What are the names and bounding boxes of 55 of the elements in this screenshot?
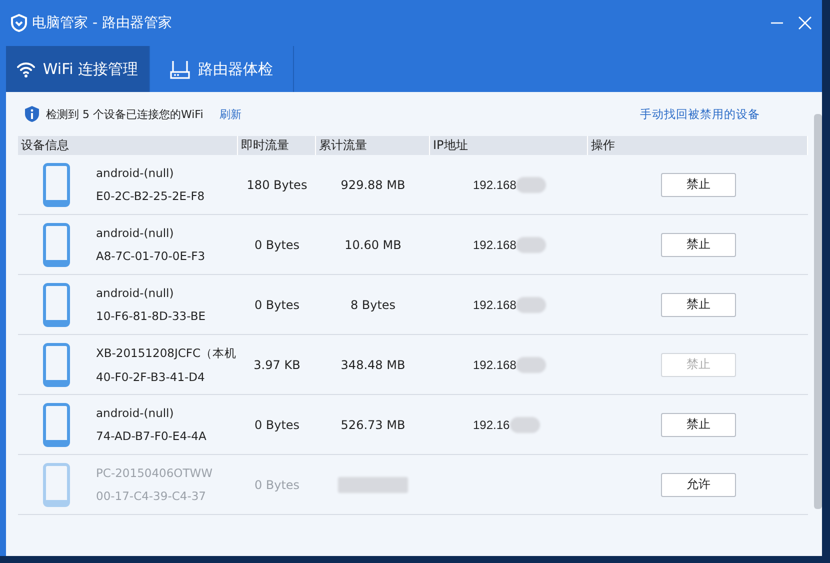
window-title: 电脑管家 - 路由器管家 <box>32 14 173 32</box>
mac-address: 00-17-C4-39-C4-37 <box>96 489 207 503</box>
device-name: android-(null) <box>96 406 175 420</box>
column-header: 设备信息 <box>18 136 238 155</box>
instant-traffic: 0 Bytes <box>254 298 300 312</box>
tab[interactable]: WiFi 连接管理 <box>6 46 150 92</box>
device-name: android-(null) <box>96 166 175 180</box>
total-traffic: 8 Bytes <box>350 298 396 312</box>
router-icon <box>170 60 190 78</box>
column-header: 即时流量 <box>238 136 316 155</box>
shield-logo-icon <box>10 14 28 32</box>
instant-traffic: 0 Bytes <box>254 478 300 492</box>
mac-address: 40-F0-2F-B3-41-D4 <box>96 370 206 384</box>
device-name: android-(null) <box>96 226 175 240</box>
connected-devices-notice: 检测到 5 个设备已连接您的WiFi <box>46 106 204 122</box>
instant-traffic: 0 Bytes <box>254 238 300 252</box>
total-traffic: 348.48 MB <box>340 358 406 372</box>
column-header: 操作 <box>588 136 808 155</box>
device-name: PC-20150406OTWW <box>96 466 212 480</box>
ip-address: 192.168 <box>473 238 516 252</box>
mac-address: 74-AD-B7-F0-E4-4A <box>96 429 206 443</box>
scrollbar-thumb[interactable] <box>814 114 822 509</box>
total-traffic: 929.88 MB <box>340 178 406 192</box>
total-traffic: 10.60 MB <box>344 238 402 252</box>
ip-address: 192.168 <box>473 358 516 372</box>
mac-address: E0-2C-B2-25-2E-F8 <box>96 189 205 203</box>
blur-mark <box>510 416 540 432</box>
blur-mark <box>516 236 546 252</box>
total-traffic: 526.73 MB <box>340 418 406 432</box>
ip-address: 192.16 <box>473 418 510 432</box>
blur-mark <box>516 296 546 312</box>
instant-traffic: 3.97 KB <box>254 358 300 372</box>
device-name: android-(null) <box>96 286 175 300</box>
close-icon[interactable] <box>798 16 812 30</box>
ip-address: 192.168 <box>473 178 516 192</box>
mac-address: 10-F6-81-8D-33-BE <box>96 309 206 323</box>
action-button[interactable]: 允许 <box>661 472 736 496</box>
action-button[interactable]: 禁止 <box>661 412 736 436</box>
device-name: XB-20151208JCFC（本机 <box>96 346 237 360</box>
action-button[interactable]: 禁止 <box>661 172 736 196</box>
refresh-link[interactable]: 刷新 <box>219 106 242 122</box>
recover-devices-link[interactable]: 手动找回被禁用的设备 <box>640 106 760 122</box>
action-button[interactable]: 禁止 <box>661 292 736 316</box>
wifi-icon <box>16 60 35 78</box>
column-header: 累计流量 <box>316 136 430 155</box>
mac-address: A8-7C-01-70-0E-F3 <box>96 249 206 263</box>
action-button[interactable]: 禁止 <box>661 232 736 256</box>
info-shield-icon <box>24 106 40 122</box>
ip-address: 192.168 <box>473 298 516 312</box>
blur-mark <box>338 476 408 492</box>
instant-traffic: 180 Bytes <box>246 178 308 192</box>
instant-traffic: 0 Bytes <box>254 418 300 432</box>
blur-mark <box>516 356 546 372</box>
column-header: IP地址 <box>430 136 588 155</box>
blur-mark <box>516 176 546 192</box>
